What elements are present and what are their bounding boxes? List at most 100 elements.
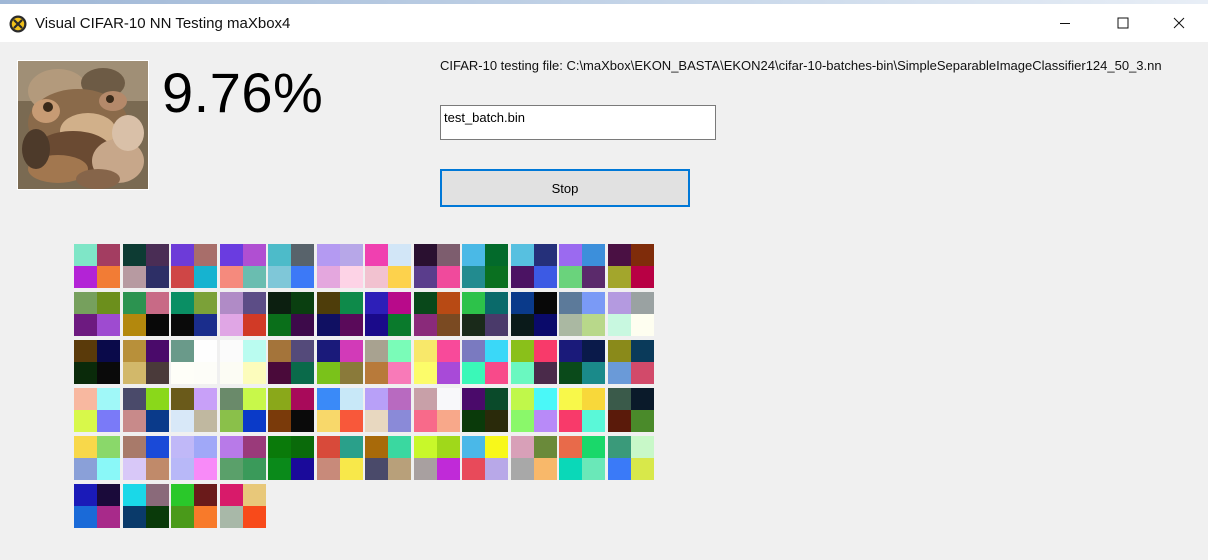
filter-cell: [631, 292, 654, 314]
filter-cell: [171, 388, 194, 410]
filter-cell: [123, 362, 146, 384]
close-icon: [1173, 17, 1185, 29]
filter-cell: [414, 292, 437, 314]
filter-cell: [534, 266, 557, 288]
filter-cell: [582, 436, 605, 458]
filter-tile: [608, 388, 654, 432]
filter-tile: [220, 292, 266, 336]
filter-cell: [171, 362, 194, 384]
frog-image: [18, 61, 148, 189]
filter-cell: [171, 292, 194, 314]
filter-cell: [559, 410, 582, 432]
filter-cell: [268, 436, 291, 458]
filter-cell: [220, 436, 243, 458]
filter-cell: [534, 388, 557, 410]
filter-cell: [123, 292, 146, 314]
filter-cell: [559, 244, 582, 266]
filter-cell: [123, 244, 146, 266]
filter-tile: [268, 244, 314, 288]
filter-cell: [631, 436, 654, 458]
filter-cell: [243, 292, 266, 314]
filter-cell: [462, 436, 485, 458]
filter-cell: [414, 340, 437, 362]
filter-cell: [146, 292, 169, 314]
filter-tile: [123, 388, 169, 432]
filter-tile: [317, 292, 363, 336]
filter-cell: [365, 266, 388, 288]
filter-cell: [608, 340, 631, 362]
filter-tile: [123, 292, 169, 336]
filter-cell: [608, 436, 631, 458]
filter-cell: [243, 362, 266, 384]
filter-cell: [340, 436, 363, 458]
filter-cell: [243, 266, 266, 288]
filter-cell: [608, 244, 631, 266]
filter-cell: [485, 266, 508, 288]
filter-tile: [317, 244, 363, 288]
filter-tile: [608, 340, 654, 384]
filter-cell: [268, 362, 291, 384]
filter-cell: [123, 458, 146, 480]
filter-tile: [123, 340, 169, 384]
filter-cell: [97, 244, 120, 266]
filter-cell: [74, 458, 97, 480]
filter-cell: [97, 388, 120, 410]
filter-cell: [97, 292, 120, 314]
batch-file-input[interactable]: test_batch.bin: [440, 105, 716, 140]
filter-cell: [243, 340, 266, 362]
filter-cell: [171, 340, 194, 362]
filter-cell: [317, 340, 340, 362]
filter-cell: [511, 436, 534, 458]
filter-cell: [220, 484, 243, 506]
filter-cell: [171, 266, 194, 288]
filter-cell: [171, 410, 194, 432]
filter-tile: [74, 244, 120, 288]
filter-cell: [462, 244, 485, 266]
filter-cell: [123, 266, 146, 288]
test-image-thumbnail: [17, 60, 149, 190]
filter-cell: [123, 388, 146, 410]
close-button[interactable]: [1150, 4, 1208, 42]
filter-cell: [534, 458, 557, 480]
filter-tile: [171, 292, 217, 336]
filter-tile: [414, 388, 460, 432]
maximize-button[interactable]: [1094, 4, 1152, 42]
stop-button[interactable]: Stop: [440, 169, 690, 207]
filter-cell: [534, 292, 557, 314]
filter-tile: [123, 484, 169, 528]
filter-cell: [194, 436, 217, 458]
filter-cell: [220, 292, 243, 314]
filter-cell: [559, 340, 582, 362]
filter-cell: [485, 314, 508, 336]
filter-cell: [74, 410, 97, 432]
form-client-area: 9.76% CIFAR-10 testing file: C:\maXbox\E…: [0, 42, 1208, 560]
filter-cell: [511, 266, 534, 288]
filter-cell: [559, 388, 582, 410]
filter-cell: [220, 458, 243, 480]
filter-cell: [414, 458, 437, 480]
filter-cell: [437, 388, 460, 410]
minimize-button[interactable]: [1036, 4, 1094, 42]
filter-cell: [534, 314, 557, 336]
filter-cell: [74, 266, 97, 288]
filter-tile: [511, 244, 557, 288]
filter-cell: [462, 292, 485, 314]
filter-cell: [485, 388, 508, 410]
filter-cell: [97, 340, 120, 362]
filter-cell: [194, 506, 217, 528]
filter-cell: [268, 266, 291, 288]
filter-cell: [74, 388, 97, 410]
filter-tile: [123, 244, 169, 288]
filter-cell: [462, 362, 485, 384]
filter-tile: [171, 244, 217, 288]
title-bar[interactable]: Visual CIFAR-10 NN Testing maXbox4: [0, 4, 1208, 42]
filter-cell: [414, 436, 437, 458]
filter-cell: [220, 340, 243, 362]
filter-tile: [365, 436, 411, 480]
filter-cell: [511, 314, 534, 336]
filter-cell: [631, 410, 654, 432]
filter-cell: [317, 458, 340, 480]
filter-cell: [146, 314, 169, 336]
filter-cell: [146, 244, 169, 266]
filter-cell: [365, 388, 388, 410]
